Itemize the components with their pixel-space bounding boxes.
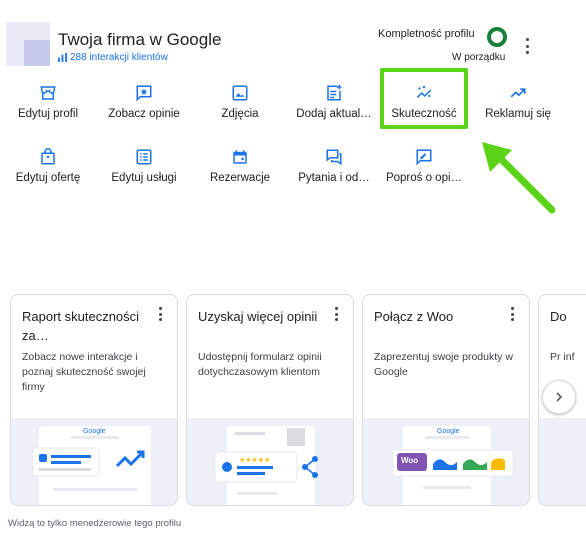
action-add-update[interactable]: Dodaj aktual… bbox=[288, 80, 380, 132]
action-label: Poproś o opi… bbox=[385, 172, 463, 184]
action-see-reviews[interactable]: Zobacz opinie bbox=[98, 80, 190, 132]
card-title: Uzyskaj więcej opinii bbox=[198, 309, 318, 324]
card-illustration: ★★★★★ bbox=[187, 418, 353, 505]
completeness-ring-icon[interactable] bbox=[487, 27, 507, 47]
completeness-status: W porządku bbox=[452, 52, 506, 63]
action-bookings[interactable]: Rezerwacje bbox=[194, 144, 286, 196]
action-label: Edytuj usługi bbox=[111, 172, 177, 184]
card-title: Do bbox=[550, 309, 567, 324]
action-label: Zobacz opinie bbox=[108, 108, 180, 120]
more-options-icon[interactable] bbox=[511, 307, 515, 321]
more-options-icon[interactable] bbox=[159, 307, 163, 321]
shopping-bag-icon bbox=[41, 148, 55, 165]
profile-header: Twoja firma w Google 288 interakcji klie… bbox=[0, 0, 586, 80]
storefront-icon bbox=[40, 86, 56, 100]
card-illustration bbox=[539, 418, 586, 505]
services-list-icon bbox=[136, 149, 152, 165]
card-description: Pr inf bbox=[550, 351, 575, 363]
action-photos[interactable]: Zdjęcia bbox=[194, 80, 286, 132]
business-title: Twoja firma w Google bbox=[58, 30, 222, 49]
interactions-count: 288 interakcji klientów bbox=[70, 52, 168, 63]
bar-chart-icon bbox=[58, 53, 67, 62]
rate-review-icon bbox=[416, 149, 432, 166]
card-performance-report[interactable]: Raport skuteczności za… Zobacz nowe inte… bbox=[10, 294, 178, 506]
action-label: Dodaj aktual… bbox=[296, 108, 372, 120]
performance-highlight-box bbox=[380, 68, 468, 129]
carousel-next-button[interactable] bbox=[542, 380, 576, 414]
action-label: Reklamuj się bbox=[485, 108, 551, 120]
question-answer-icon bbox=[326, 149, 342, 166]
chevron-right-icon bbox=[556, 392, 563, 402]
annotation-arrow-icon bbox=[482, 142, 556, 214]
action-edit-services[interactable]: Edytuj usługi bbox=[98, 144, 190, 196]
trending-up-icon bbox=[510, 88, 526, 98]
stars-label: ★★★★★ bbox=[239, 457, 271, 464]
card-description: Zobacz nowe interakcje i poznaj skuteczn… bbox=[22, 351, 146, 393]
action-ask-for-review[interactable]: Poproś o opi… bbox=[378, 144, 470, 196]
card-description: Udostępnij formularz opinii dotychczasow… bbox=[198, 351, 322, 378]
card-connect-woo[interactable]: Połącz z Woo Zaprezentuj swoje produkty … bbox=[362, 294, 530, 506]
card-illustration: Google Woo bbox=[363, 418, 529, 505]
action-edit-offer[interactable]: Edytuj ofertę bbox=[2, 144, 94, 196]
completeness-label: Kompletność profilu bbox=[378, 28, 475, 40]
card-get-more-reviews[interactable]: Uzyskaj więcej opinii Udostępnij formula… bbox=[186, 294, 354, 506]
action-label: Rezerwacje bbox=[209, 172, 271, 184]
card-title: Połącz z Woo bbox=[374, 309, 454, 324]
post-add-icon bbox=[327, 84, 342, 101]
action-edit-profile[interactable]: Edytuj profil bbox=[2, 80, 94, 132]
suggestion-cards: Raport skuteczności za… Zobacz nowe inte… bbox=[10, 294, 586, 506]
more-options-icon[interactable] bbox=[524, 38, 530, 54]
action-questions-answers[interactable]: Pytania i od… bbox=[288, 144, 380, 196]
more-options-icon[interactable] bbox=[335, 307, 339, 321]
photo-icon bbox=[232, 85, 248, 101]
card-description: Zaprezentuj swoje produkty w Google bbox=[374, 351, 513, 378]
business-logo bbox=[6, 22, 50, 66]
action-label: Edytuj profil bbox=[17, 108, 79, 120]
action-advertise[interactable]: Reklamuj się bbox=[472, 80, 564, 132]
star-review-icon bbox=[136, 85, 152, 102]
action-label: Pytania i od… bbox=[298, 172, 370, 184]
woo-label: Woo bbox=[401, 456, 419, 465]
calendar-icon bbox=[233, 150, 247, 164]
action-label: Zdjęcia bbox=[221, 108, 259, 120]
google-label: Google bbox=[437, 428, 460, 435]
google-label: Google bbox=[83, 428, 106, 435]
action-label: Edytuj ofertę bbox=[15, 172, 81, 184]
card-title: Raport skuteczności za… bbox=[22, 309, 140, 343]
managers-only-note: Widzą to tylko menedżerowie tego profilu bbox=[8, 518, 182, 529]
interactions-link[interactable]: 288 interakcji klientów bbox=[58, 52, 168, 63]
card-illustration: Google bbox=[11, 418, 177, 505]
